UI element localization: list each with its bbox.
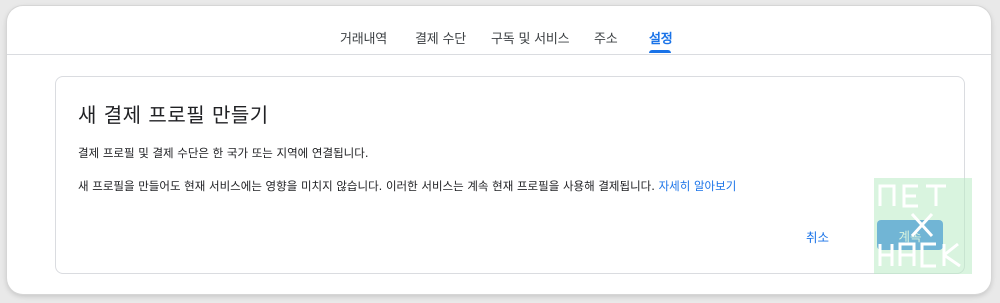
active-tab-indicator (649, 50, 671, 53)
continue-button[interactable]: 계속 (877, 220, 943, 250)
existing-services-notice: 새 프로필을 만들어도 현재 서비스에는 영향을 미치지 않습니다. 이러한 서… (78, 178, 736, 194)
tab-transactions[interactable]: 거래내역 (340, 28, 387, 47)
cancel-button[interactable]: 취소 (800, 223, 835, 250)
existing-services-text: 새 프로필을 만들어도 현재 서비스에는 영향을 미치지 않습니다. 이러한 서… (78, 179, 655, 193)
create-payment-profile-card: 새 결제 프로필 만들기 결제 프로필 및 결제 수단은 한 국가 또는 지역에… (55, 76, 965, 274)
settings-window: 거래내역 결제 수단 구독 및 서비스 주소 설정 새 결제 프로필 만들기 결… (7, 6, 991, 294)
profile-region-notice: 결제 프로필 및 결제 수단은 한 국가 또는 지역에 연결됩니다. (78, 146, 369, 160)
tab-subscriptions-services[interactable]: 구독 및 서비스 (491, 28, 570, 47)
learn-more-link[interactable]: 자세히 알아보기 (659, 179, 737, 193)
tab-payment-methods[interactable]: 결제 수단 (415, 28, 466, 47)
tab-addresses[interactable]: 주소 (594, 28, 618, 47)
card-title: 새 결제 프로필 만들기 (78, 103, 269, 127)
tab-settings[interactable]: 설정 (649, 28, 673, 47)
top-tab-bar: 거래내역 결제 수단 구독 및 서비스 주소 설정 (7, 6, 991, 55)
